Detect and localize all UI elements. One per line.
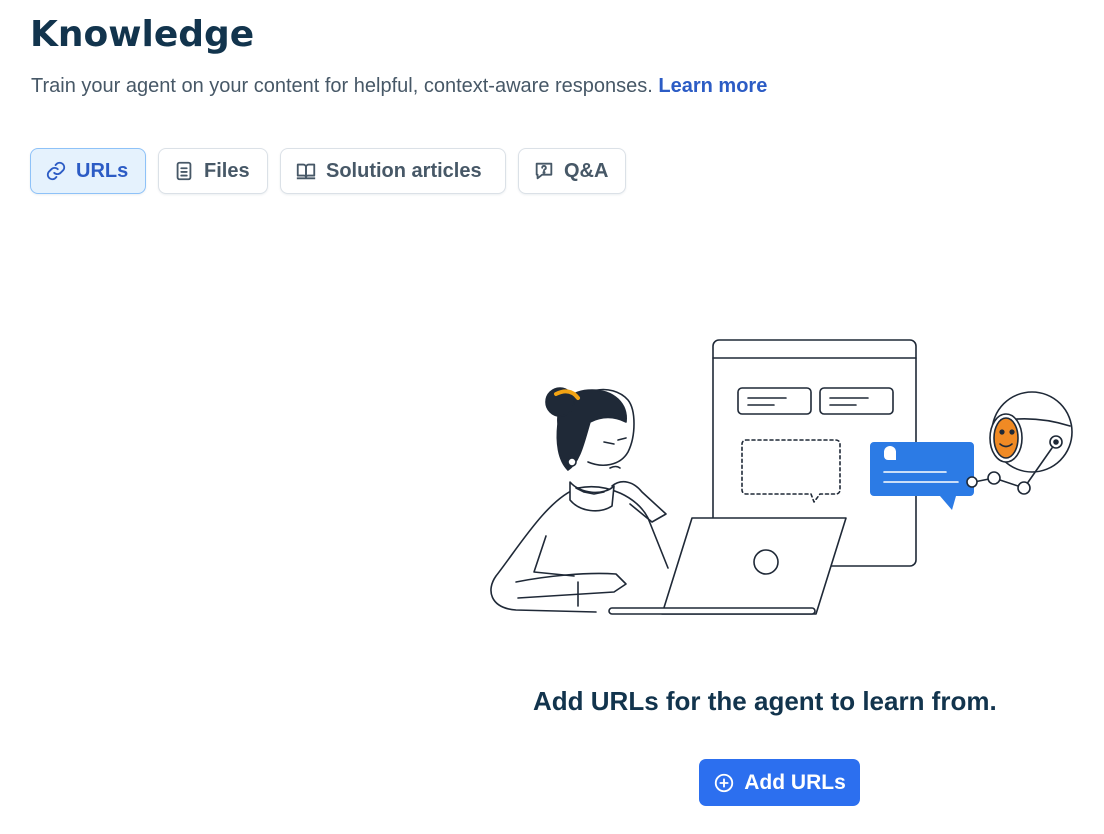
- question-bubble-icon: [533, 160, 555, 182]
- knowledge-tabs: URLs Files Solution articles Q&A: [30, 148, 638, 194]
- person-laptop-robot-illustration: [486, 336, 1078, 618]
- tab-qa[interactable]: Q&A: [518, 148, 626, 194]
- book-icon: [295, 160, 317, 182]
- page-subtitle: Train your agent on your content for hel…: [31, 75, 767, 98]
- page-title: Knowledge: [30, 14, 255, 55]
- empty-state-message: Add URLs for the agent to learn from.: [533, 686, 997, 716]
- tab-urls-label: URLs: [76, 159, 129, 182]
- add-urls-label: Add URLs: [744, 770, 846, 794]
- tab-qa-label: Q&A: [564, 159, 609, 182]
- link-icon: [45, 160, 67, 182]
- tab-files[interactable]: Files: [158, 148, 268, 194]
- tab-urls[interactable]: URLs: [30, 148, 146, 194]
- learn-more-link[interactable]: Learn more: [658, 75, 767, 97]
- tab-solution-articles-label: Solution articles: [326, 159, 482, 182]
- tab-files-label: Files: [204, 159, 250, 182]
- tab-solution-articles[interactable]: Solution articles: [280, 148, 506, 194]
- file-icon: [173, 160, 195, 182]
- add-urls-button[interactable]: Add URLs: [699, 759, 860, 806]
- subtitle-text: Train your agent on your content for hel…: [31, 75, 653, 97]
- plus-circle-icon: [713, 772, 735, 794]
